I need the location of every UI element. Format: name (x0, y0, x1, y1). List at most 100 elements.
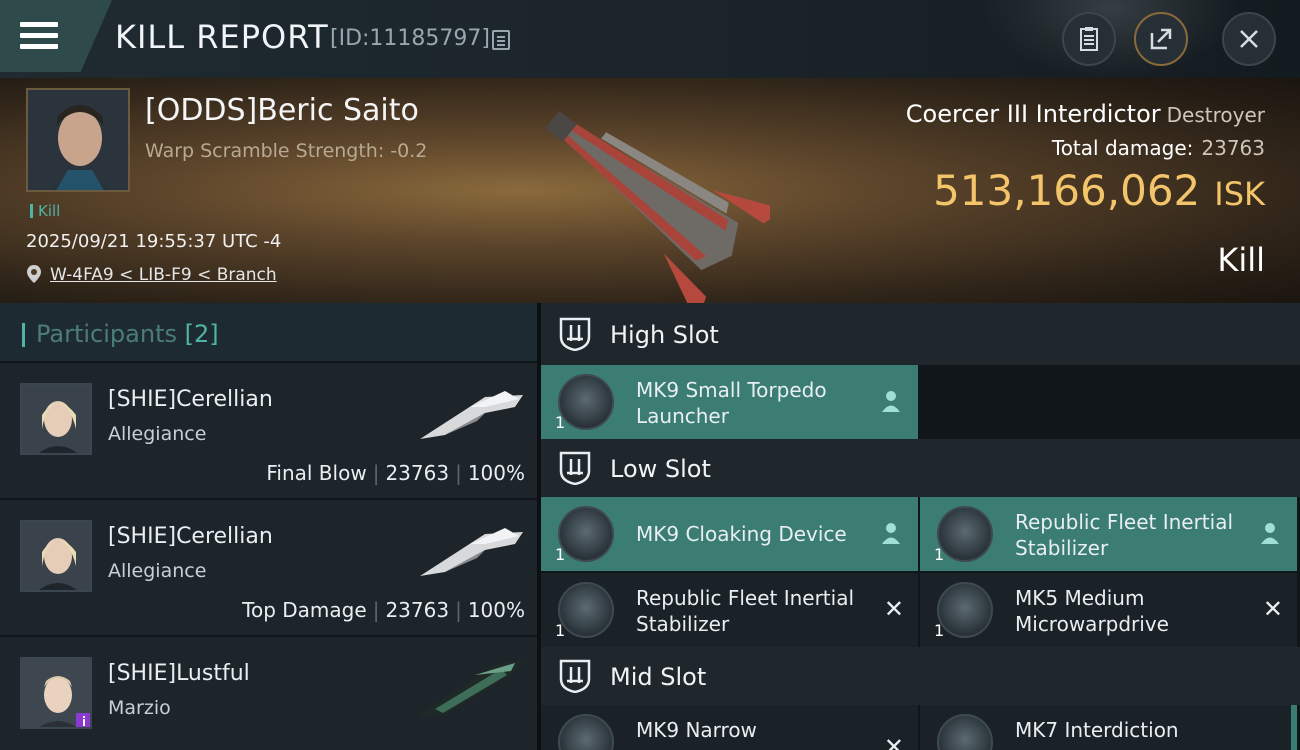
top-bar: KILL REPORT [ID:11185797] (0, 0, 1300, 80)
hamburger-menu-icon (20, 22, 58, 50)
module-name: MK5 Medium Microwarpdrive (1015, 586, 1169, 636)
module-item[interactable]: MK9 Narrow ✕ (541, 705, 918, 750)
victim-banner: [ODDS]Beric Saito Warp Scramble Strength… (0, 78, 1300, 303)
share-button[interactable] (1134, 12, 1188, 66)
kill-result: Kill (1217, 241, 1265, 279)
module-item[interactable]: 1 Republic Fleet Inertial Stabilizer ✕ (541, 573, 918, 647)
module-item[interactable]: 1 MK5 Medium Microwarpdrive ✕ (920, 573, 1297, 647)
isk-unit: ISK (1214, 175, 1265, 213)
victim-name[interactable]: [ODDS]Beric Saito (145, 93, 419, 128)
participant-avatar[interactable] (20, 657, 92, 729)
high-slot-icon (559, 317, 591, 351)
participant-row[interactable]: [SHIE]Lustful Marzio (0, 637, 537, 750)
total-damage: Total damage: 23763 (1052, 136, 1265, 160)
clipboard-icon (1080, 27, 1098, 51)
participant-role: Top Damage (242, 598, 367, 622)
participant-corp: Marzio (108, 697, 171, 719)
close-icon (1240, 30, 1258, 48)
ship-class-label: Destroyer (1166, 103, 1265, 127)
mid-slot-label: Mid Slot (610, 663, 707, 691)
isk-value: 513,166,062 ISK (933, 166, 1265, 215)
scrambler-icon (558, 714, 614, 750)
module-name: MK9 Cloaking Device (636, 522, 847, 546)
module-quantity: 1 (934, 545, 945, 564)
location-pin-icon (27, 265, 41, 283)
menu-button[interactable] (0, 0, 112, 72)
participant-damage: 23763 (385, 461, 450, 485)
report-id: [ID:11185797] (330, 26, 490, 51)
participants-panel: Participants [2] [SHIE]Cerellian Allegia… (0, 303, 537, 750)
module-name: MK7 Interdiction (1015, 718, 1179, 742)
participant-corp: Allegiance (108, 423, 207, 445)
participant-name[interactable]: [SHIE]Cerellian (108, 387, 273, 412)
module-quantity: 1 (555, 413, 566, 432)
high-slot-label: High Slot (610, 321, 719, 349)
low-slot-icon (559, 451, 591, 485)
module-name: Republic Fleet Inertial Stabilizer (636, 586, 855, 636)
participant-corp: Allegiance (108, 560, 207, 582)
pilot-face-icon (28, 90, 128, 190)
cloaking-device-icon (558, 506, 614, 562)
participant-ship-image (420, 391, 523, 439)
participants-count: [2] (184, 320, 219, 348)
participant-ship-image (420, 528, 523, 576)
module-item[interactable]: 1 MK9 Small Torpedo Launcher (541, 365, 918, 439)
victim-ship-image (545, 110, 770, 303)
mid-slot-header: Mid Slot (541, 647, 1300, 705)
warp-scramble-strength: Warp Scramble Strength: -0.2 (145, 140, 428, 162)
participant-row[interactable]: [SHIE]Cerellian Allegiance Final Blow | 23… (0, 363, 537, 500)
participants-title: Participants [2] (36, 320, 219, 348)
clipboard-button[interactable] (1062, 12, 1116, 66)
section-accent-bar (22, 323, 25, 347)
participants-header: Participants [2] (0, 303, 537, 363)
module-item[interactable]: 1 Republic Fleet Inertial Stabilizer (920, 497, 1297, 571)
total-damage-label: Total damage: (1051, 136, 1194, 160)
participant-name[interactable]: [SHIE]Lustful (108, 661, 250, 686)
isk-amount: 513,166,062 (933, 166, 1201, 215)
participant-avatar[interactable] (20, 520, 92, 592)
destroyed-x-icon: ✕ (883, 595, 904, 623)
dropped-person-icon (882, 523, 900, 544)
high-slot-header: High Slot (541, 303, 1300, 365)
microwarpdrive-icon (937, 582, 993, 638)
inertial-stabilizer-icon (558, 582, 614, 638)
participant-percent: 100% (467, 598, 525, 622)
participant-ship-image (417, 659, 523, 717)
module-item[interactable]: MK7 Interdiction (920, 705, 1297, 750)
destroyed-x-icon: ✕ (1262, 595, 1283, 623)
participants-label: Participants (36, 320, 177, 348)
module-name: MK9 Small Torpedo Launcher (636, 378, 827, 428)
low-slot-header: Low Slot (541, 439, 1300, 497)
module-quantity: 1 (555, 545, 566, 564)
participant-role: Final Blow (266, 461, 367, 485)
location-link[interactable]: W-4FA9 < LIB-F9 < Branch (50, 265, 277, 285)
module-quantity: 1 (555, 621, 566, 640)
dropped-person-icon (1261, 523, 1279, 544)
victim-ship-name[interactable]: Coercer III Interdictor Destroyer (906, 100, 1265, 128)
interdiction-icon (937, 714, 993, 750)
torpedo-launcher-icon (558, 374, 614, 430)
participant-name[interactable]: [SHIE]Cerellian (108, 524, 273, 549)
module-name: MK9 Narrow (636, 718, 757, 742)
module-quantity: 1 (934, 621, 945, 640)
module-name: Republic Fleet Inertial Stabilizer (1015, 510, 1234, 560)
victim-portrait[interactable] (26, 88, 130, 192)
kill-timestamp: 2025/09/21 19:55:37 UTC -4 (26, 231, 282, 252)
participant-percent: 100% (467, 461, 525, 485)
participant-damage: 23763 (385, 598, 450, 622)
page-title: KILL REPORT (115, 18, 329, 56)
inertial-stabilizer-icon (937, 506, 993, 562)
dropped-indicator (1291, 705, 1297, 750)
participant-avatar[interactable] (20, 383, 92, 455)
total-damage-value: 23763 (1201, 136, 1265, 160)
participant-stats: Top Damage | 23763 | 100% (242, 598, 525, 622)
participant-stats: Final Blow | 23763 | 100% (266, 461, 525, 485)
kill-type-tag: Kill (30, 202, 60, 220)
close-button[interactable] (1222, 12, 1276, 66)
copy-id-icon[interactable] (492, 30, 510, 50)
dropped-person-icon (882, 391, 900, 412)
low-slot-label: Low Slot (610, 455, 711, 483)
participant-row[interactable]: [SHIE]Cerellian Allegiance Top Damage | 23… (0, 500, 537, 637)
fitting-panel: High Slot 1 MK9 Small Torpedo Launcher L… (541, 303, 1300, 750)
module-item[interactable]: 1 MK9 Cloaking Device (541, 497, 918, 571)
